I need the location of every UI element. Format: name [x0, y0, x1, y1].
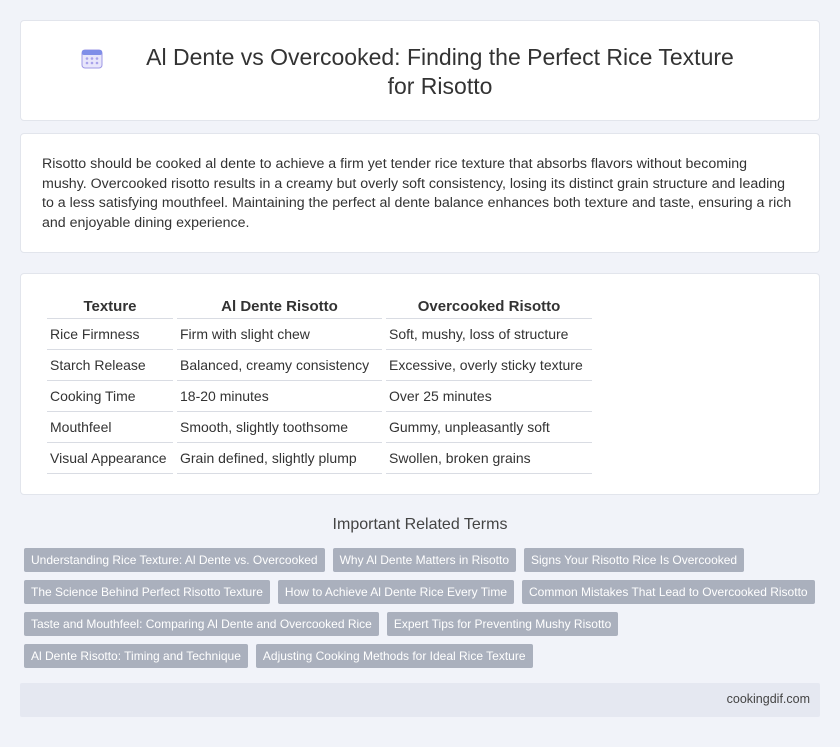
table-cell: Over 25 minutes — [386, 381, 592, 412]
table-cell: Smooth, slightly toothsome — [177, 412, 382, 443]
related-term-link[interactable]: Adjusting Cooking Methods for Ideal Rice… — [255, 644, 533, 668]
related-term-link[interactable]: How to Achieve Al Dente Rice Every Time — [277, 580, 514, 604]
table-row: Visual Appearance Grain defined, slightl… — [47, 443, 592, 474]
table-row: Cooking Time 18-20 minutes Over 25 minut… — [47, 381, 592, 412]
comparison-card: Texture Al Dente Risotto Overcooked Riso… — [20, 273, 820, 495]
table-header: Texture — [47, 296, 173, 319]
table-header-row: Texture Al Dente Risotto Overcooked Riso… — [47, 296, 592, 319]
table-cell: Cooking Time — [47, 381, 173, 412]
table-row: Starch Release Balanced, creamy consiste… — [47, 350, 592, 381]
related-term-link[interactable]: Common Mistakes That Lead to Overcooked … — [522, 580, 815, 604]
table-header: Overcooked Risotto — [386, 296, 592, 319]
header-card: Al Dente vs Overcooked: Finding the Perf… — [20, 20, 820, 121]
table-cell: Balanced, creamy consistency — [177, 350, 382, 381]
related-terms-list: Understanding Rice Texture: Al Dente vs.… — [24, 548, 824, 676]
page-title: Al Dente vs Overcooked: Finding the Perf… — [21, 43, 819, 101]
table-cell: Starch Release — [47, 350, 173, 381]
related-term-link[interactable]: The Science Behind Perfect Risotto Textu… — [24, 580, 270, 604]
table-cell: Visual Appearance — [47, 443, 173, 474]
footer: cookingdif.com — [20, 683, 820, 717]
tag-row: Understanding Rice Texture: Al Dente vs.… — [24, 548, 824, 572]
table-cell: Rice Firmness — [47, 319, 173, 350]
table-row: Mouthfeel Smooth, slightly toothsome Gum… — [47, 412, 592, 443]
table-cell: Soft, mushy, loss of structure — [386, 319, 592, 350]
intro-card: Risotto should be cooked al dente to ach… — [20, 133, 820, 253]
table-cell: Gummy, unpleasantly soft — [386, 412, 592, 443]
tag-row: The Science Behind Perfect Risotto Textu… — [24, 580, 824, 604]
table-cell: Mouthfeel — [47, 412, 173, 443]
footer-site-name: cookingdif.com — [726, 692, 810, 706]
related-term-link[interactable]: Expert Tips for Preventing Mushy Risotto — [386, 612, 619, 636]
related-terms-title: Important Related Terms — [332, 516, 508, 533]
table-cell: Firm with slight chew — [177, 319, 382, 350]
table-cell: 18-20 minutes — [177, 381, 382, 412]
related-term-link[interactable]: Al Dente Risotto: Timing and Technique — [24, 644, 248, 668]
intro-paragraph: Risotto should be cooked al dente to ach… — [42, 156, 792, 231]
related-term-link[interactable]: Why Al Dente Matters in Risotto — [332, 548, 516, 572]
table-row: Rice Firmness Firm with slight chew Soft… — [47, 319, 592, 350]
comparison-table: Texture Al Dente Risotto Overcooked Riso… — [43, 296, 596, 474]
related-term-link[interactable]: Signs Your Risotto Rice Is Overcooked — [524, 548, 745, 572]
table-header: Al Dente Risotto — [177, 296, 382, 319]
tag-row: Al Dente Risotto: Timing and Technique A… — [24, 644, 824, 668]
table-cell: Swollen, broken grains — [386, 443, 592, 474]
related-term-link[interactable]: Taste and Mouthfeel: Comparing Al Dente … — [24, 612, 379, 636]
table-cell: Grain defined, slightly plump — [177, 443, 382, 474]
page-title-text: Al Dente vs Overcooked: Finding the Perf… — [146, 44, 734, 99]
table-cell: Excessive, overly sticky texture — [386, 350, 592, 381]
tag-row: Taste and Mouthfeel: Comparing Al Dente … — [24, 612, 824, 636]
related-term-link[interactable]: Understanding Rice Texture: Al Dente vs.… — [24, 548, 325, 572]
